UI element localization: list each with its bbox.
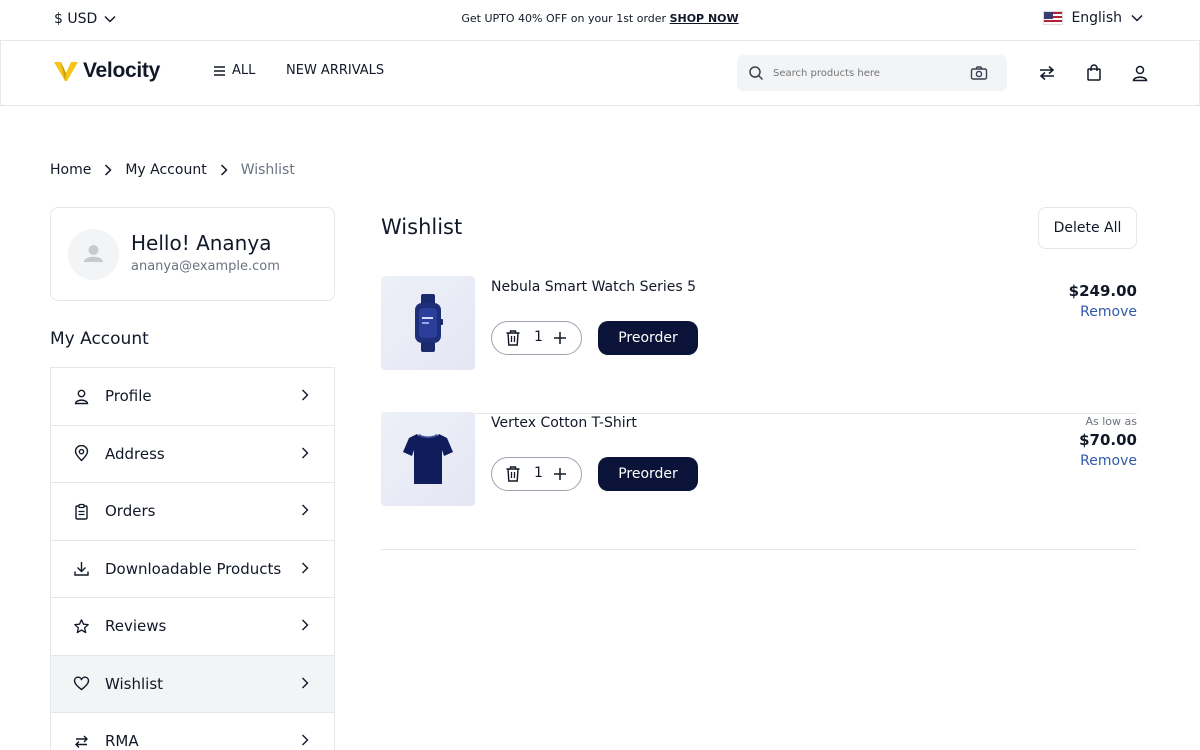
exchange-icon [75, 735, 88, 748]
breadcrumb-home[interactable]: Home [50, 162, 91, 178]
hamburger-menu-icon [214, 65, 225, 76]
wishlist-item: Nebula Smart Watch Series 5 1 Preorder $… [381, 276, 1137, 414]
star-icon [74, 618, 89, 633]
language-label: English [1071, 10, 1122, 26]
sidebar-item-downloadable-products[interactable]: Downloadable Products [51, 541, 334, 598]
my-account-heading: My Account [50, 329, 149, 349]
sidebar-item-address[interactable]: Address [51, 426, 334, 483]
nav-all-menu[interactable]: ALL [213, 63, 255, 78]
logo[interactable]: Velocity [53, 59, 160, 83]
wishlist-item: Vertex Cotton T-Shirt 1 Preorder As low … [381, 412, 1137, 550]
breadcrumb-current: Wishlist [240, 162, 295, 178]
price-prefix: As low as [1085, 415, 1137, 428]
page-title: Wishlist [381, 215, 463, 239]
search-icon[interactable] [748, 65, 764, 81]
language-selector[interactable]: English [1043, 10, 1144, 26]
user-greeting: Hello! Ananya [131, 231, 272, 255]
sidebar-item-label: RMA [105, 732, 139, 750]
search-input[interactable] [773, 64, 963, 82]
search-bar [737, 55, 1007, 91]
chevron-right-icon [302, 504, 309, 516]
chevron-right-icon [302, 677, 309, 688]
chevron-right-icon [220, 164, 228, 176]
avatar-placeholder-icon [84, 245, 103, 262]
user-icon [74, 389, 89, 404]
plus-icon[interactable] [552, 466, 568, 482]
product-price: $249.00 [1068, 282, 1137, 300]
trash-icon[interactable] [505, 465, 521, 483]
chevron-right-icon [302, 447, 309, 458]
price-block: $249.00 Remove [1069, 279, 1137, 320]
shop-now-link[interactable]: SHOP NOW [670, 12, 739, 25]
preorder-button[interactable]: Preorder [598, 457, 698, 491]
sidebar-item-profile[interactable]: Profile [51, 368, 334, 426]
promo-text: Get UPTO 40% OFF on your 1st order [461, 12, 667, 25]
remove-link[interactable]: Remove [1069, 304, 1137, 320]
user-email: ananya@example.com [131, 259, 280, 274]
compare-icon[interactable] [1038, 64, 1056, 82]
chevron-right-icon [105, 164, 112, 176]
trash-icon[interactable] [505, 329, 521, 347]
sidebar-item-label: Wishlist [105, 674, 164, 693]
t-shirt-image [403, 433, 453, 484]
product-name[interactable]: Nebula Smart Watch Series 5 [491, 279, 696, 295]
quantity-stepper: 1 [491, 321, 582, 355]
quantity-value: 1 [534, 465, 543, 481]
chevron-right-icon [302, 619, 309, 631]
user-account-icon[interactable] [1131, 64, 1149, 82]
remove-link[interactable]: Remove [1079, 453, 1137, 469]
chevron-right-icon [302, 389, 309, 401]
sidebar-item-label: Reviews [105, 617, 167, 636]
product-name[interactable]: Vertex Cotton T-Shirt [491, 415, 637, 431]
breadcrumb: Home My Account Wishlist [50, 162, 295, 178]
location-pin-icon [74, 445, 89, 462]
sidebar-item-reviews[interactable]: Reviews [51, 598, 334, 656]
quantity-value: 1 [534, 329, 543, 345]
delete-all-button[interactable]: Delete All [1038, 207, 1137, 249]
sidebar-item-label: Profile [105, 387, 152, 406]
clipboard-icon [75, 503, 88, 520]
chevron-right-icon [302, 562, 309, 573]
sidebar-item-label: Downloadable Products [105, 559, 282, 578]
camera-icon[interactable] [970, 65, 988, 81]
chevron-down-icon [1131, 14, 1143, 22]
site-header: Velocity ALL NEW ARRIVALS [0, 41, 1200, 106]
product-price: $70.00 [1079, 431, 1137, 449]
velocity-logo-icon [54, 62, 78, 81]
breadcrumb-my-account[interactable]: My Account [125, 162, 206, 178]
product-image[interactable] [381, 412, 475, 506]
smart-watch-image [415, 294, 443, 352]
us-flag-icon [1043, 11, 1064, 25]
nav-new-arrivals[interactable]: NEW ARRIVALS [286, 63, 384, 78]
nav-all-label: ALL [232, 63, 256, 78]
preorder-button[interactable]: Preorder [598, 321, 698, 355]
user-card: Hello! Ananya ananya@example.com [50, 207, 335, 301]
download-icon [74, 562, 89, 576]
heart-icon [73, 676, 90, 691]
shopping-bag-icon[interactable] [1085, 64, 1103, 82]
top-bar: $ USD Get UPTO 40% OFF on your 1st order… [0, 0, 1200, 41]
sidebar-item-rma[interactable]: RMA [51, 713, 334, 750]
sidebar-item-label: Orders [105, 502, 156, 521]
product-image[interactable] [381, 276, 475, 370]
promo-banner: Get UPTO 40% OFF on your 1st order SHOP … [0, 12, 1200, 25]
sidebar-item-wishlist[interactable]: Wishlist [51, 655, 334, 713]
account-menu: Profile Address Orders Downloadable Prod… [50, 367, 335, 750]
chevron-right-icon [302, 734, 309, 746]
avatar [68, 229, 119, 280]
plus-icon[interactable] [552, 330, 568, 346]
price-block: As low as $70.00 Remove [1079, 415, 1137, 469]
quantity-stepper: 1 [491, 457, 582, 491]
sidebar-item-orders[interactable]: Orders [51, 483, 334, 541]
logo-text: Velocity [83, 59, 160, 82]
sidebar-item-label: Address [105, 444, 165, 463]
